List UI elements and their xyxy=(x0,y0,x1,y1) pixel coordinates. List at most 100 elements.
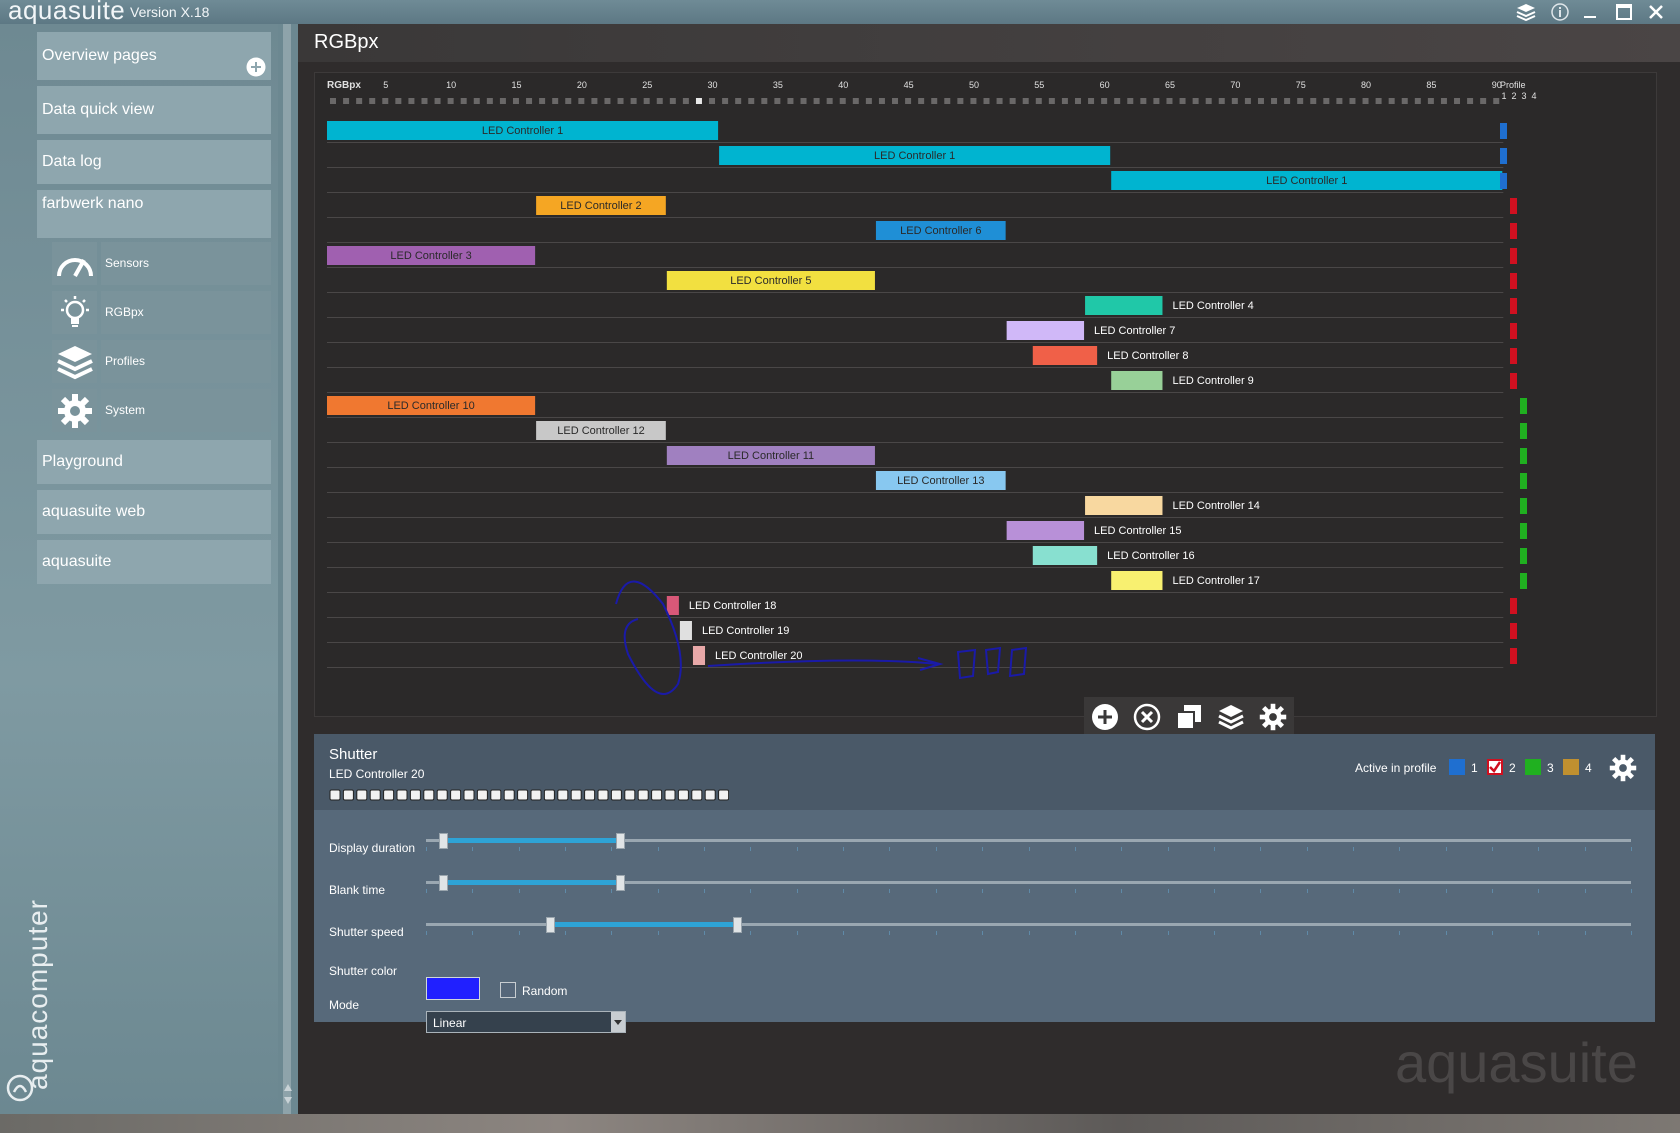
layers-icon[interactable] xyxy=(1217,703,1245,731)
slider-tick xyxy=(1167,889,1169,893)
slider-tick xyxy=(1445,889,1447,893)
slider-tick xyxy=(982,889,984,893)
subnav-sensors[interactable]: Sensors xyxy=(52,242,271,285)
slider-tick xyxy=(1167,931,1169,935)
profile-checkbox-label: 3 xyxy=(1547,761,1554,775)
effect-title: Shutter xyxy=(329,746,378,763)
pixel-cell xyxy=(423,789,435,801)
slider-tick xyxy=(889,889,891,893)
slider-thumb-end[interactable] xyxy=(616,833,625,849)
slider-tick xyxy=(889,931,891,935)
effect-settings-icon[interactable] xyxy=(1609,754,1637,782)
pixel-marker xyxy=(1427,98,1434,104)
led-segment-bar[interactable] xyxy=(1032,546,1098,565)
slider-tick xyxy=(1028,847,1030,851)
nav-web-label: aquasuite web xyxy=(42,503,146,520)
led-segment-bar[interactable] xyxy=(1085,496,1163,515)
profile-checkbox-4[interactable] xyxy=(1563,759,1579,775)
app-name: aquasuite xyxy=(8,0,126,25)
blank-time-slider[interactable] xyxy=(426,873,1632,893)
slider-tick xyxy=(565,931,567,935)
led-segment-bar[interactable] xyxy=(1032,346,1098,365)
nav-playground-label: Playground xyxy=(42,453,123,470)
copy-icon[interactable] xyxy=(1175,703,1203,731)
slider-tick xyxy=(982,931,984,935)
pixel-marker xyxy=(1257,98,1264,104)
profile-indicator xyxy=(1520,573,1527,589)
mode-value: Linear xyxy=(433,1016,467,1030)
nav-data-log[interactable]: Data log xyxy=(37,140,271,184)
profile-checkboxes: 1 2 3 4 xyxy=(1449,759,1599,779)
subnav-rgbpx[interactable]: RGBpx xyxy=(52,291,271,334)
shutter-color-picker[interactable] xyxy=(426,977,480,1000)
info-icon[interactable] xyxy=(1546,0,1574,24)
add-icon[interactable] xyxy=(1091,703,1119,731)
slider-tick xyxy=(982,847,984,851)
remove-icon[interactable] xyxy=(1133,703,1161,731)
slider-thumb-start[interactable] xyxy=(438,875,448,891)
layers-icon[interactable] xyxy=(1512,0,1540,24)
subnav-system-label: System xyxy=(101,389,271,432)
profile-checkbox-3[interactable] xyxy=(1525,759,1541,775)
maximize-icon[interactable] xyxy=(1610,0,1638,24)
pixel-marker xyxy=(761,98,768,104)
slider-tick xyxy=(1352,931,1354,935)
display-duration-slider[interactable] xyxy=(426,831,1632,851)
settings-icon[interactable] xyxy=(1259,703,1287,731)
pixel-marker xyxy=(1061,98,1068,104)
slider-tick xyxy=(1584,889,1586,893)
minimize-icon[interactable] xyxy=(1576,0,1604,24)
pixel-marker xyxy=(1179,98,1186,104)
slider-thumb-start[interactable] xyxy=(546,917,556,933)
pixel-marker xyxy=(944,98,951,104)
profile-indicator xyxy=(1520,523,1527,539)
profile-checkbox-label: 2 xyxy=(1509,761,1516,775)
slider-thumb-start[interactable] xyxy=(438,833,448,849)
pixel-marker xyxy=(1454,98,1461,104)
slider-thumb-end[interactable] xyxy=(616,875,625,891)
pixel-marker xyxy=(421,98,428,104)
led-segment-bar[interactable] xyxy=(1006,321,1085,340)
random-checkbox[interactable] xyxy=(500,982,516,998)
tick-label: 75 xyxy=(1296,80,1306,90)
app-version: Version X.18 xyxy=(130,4,210,20)
nav-aquasuite[interactable]: aquasuite xyxy=(37,540,271,584)
pixel-strip xyxy=(329,789,729,801)
pixel-marker xyxy=(1074,98,1081,104)
pixel-marker xyxy=(526,98,533,104)
pixel-marker xyxy=(1284,98,1291,104)
nav-device-farbwerk[interactable]: farbwerk nano xyxy=(37,190,271,238)
pixel-marker xyxy=(682,98,689,104)
nav-aquasuite-web[interactable]: aquasuite web xyxy=(37,490,271,534)
profile-indicator xyxy=(1510,198,1517,214)
profile-indicator xyxy=(1520,423,1527,439)
slider-thumb-end[interactable] xyxy=(732,917,742,933)
led-segment-bar[interactable] xyxy=(1111,371,1163,390)
shutter-speed-slider[interactable] xyxy=(426,915,1632,935)
subnav-system[interactable]: System xyxy=(52,389,271,432)
close-icon[interactable] xyxy=(1642,0,1670,24)
sidebar-splitter[interactable] xyxy=(278,24,298,1114)
pixel-marker xyxy=(1323,98,1330,104)
page-title: RGBpx xyxy=(314,31,379,53)
nav-overview-pages[interactable]: Overview pages xyxy=(37,32,271,80)
subnav-profiles[interactable]: Profiles xyxy=(52,340,271,383)
pixel-cell xyxy=(610,789,622,801)
profile-checkbox-1[interactable] xyxy=(1449,759,1465,775)
led-segment-bar[interactable] xyxy=(1085,296,1163,315)
profile-indicator xyxy=(1510,298,1517,314)
slider-tick xyxy=(1538,889,1540,893)
pixel-marker xyxy=(852,98,859,104)
profile-checkbox-2[interactable] xyxy=(1487,759,1503,775)
pixel-marker xyxy=(630,98,637,104)
pixel-marker xyxy=(1375,98,1382,104)
led-segment-bar[interactable] xyxy=(1006,521,1085,540)
add-page-icon[interactable] xyxy=(246,57,266,77)
slider-tick xyxy=(1445,847,1447,851)
gauge-icon xyxy=(52,242,97,285)
nav-playground[interactable]: Playground xyxy=(37,440,271,484)
mode-select[interactable]: Linear xyxy=(426,1011,626,1033)
nav-data-quick-view[interactable]: Data quick view xyxy=(37,86,271,134)
scroll-arrows-icon[interactable] xyxy=(282,1082,294,1106)
slider-tick xyxy=(843,847,845,851)
